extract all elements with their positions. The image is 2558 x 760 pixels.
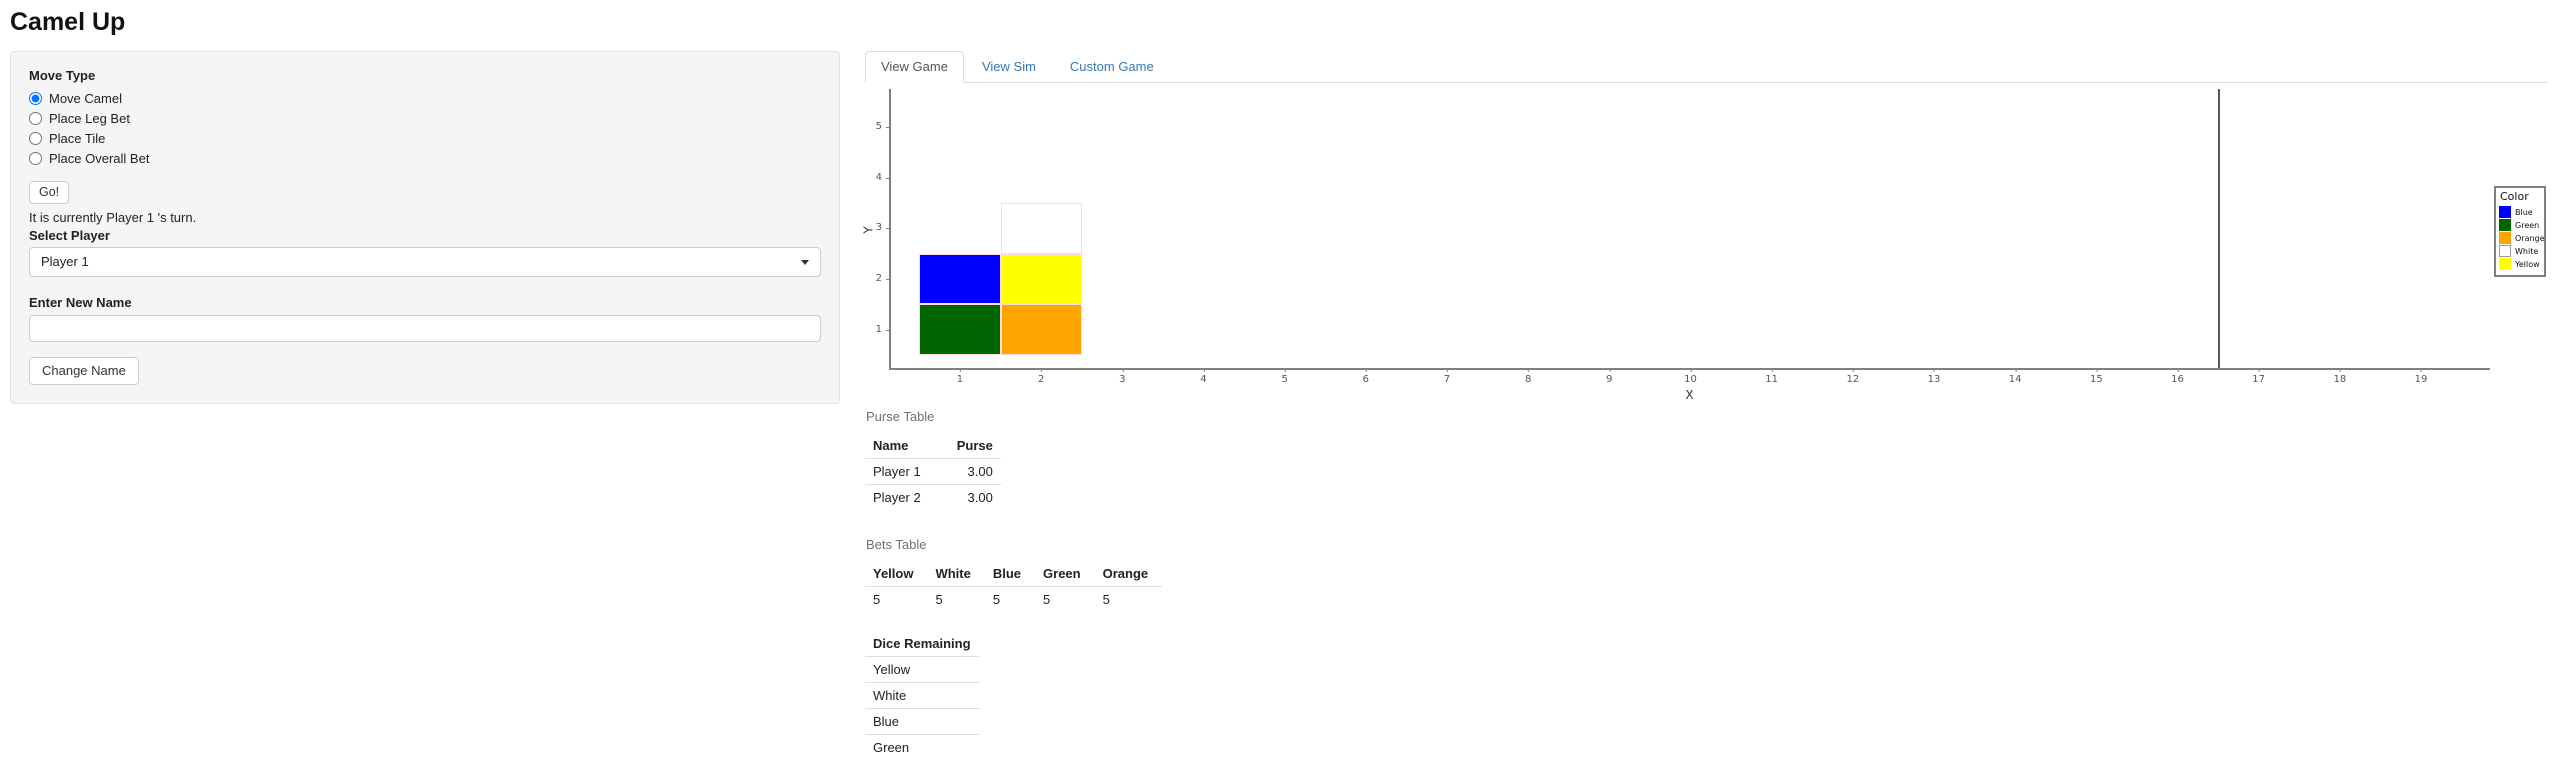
radio-place-tile[interactable] xyxy=(29,132,42,145)
x-tick: 15 xyxy=(2090,368,2103,385)
legend-swatch-white xyxy=(2499,245,2511,257)
radio-row-place-tile: Place Tile xyxy=(29,129,821,149)
x-tick: 12 xyxy=(1846,368,1859,385)
x-tick: 7 xyxy=(1444,368,1450,385)
y-tick: 2 xyxy=(876,274,882,284)
x-tick: 10 xyxy=(1684,368,1697,385)
x-tick: 3 xyxy=(1119,368,1125,385)
y-tick: 4 xyxy=(876,173,882,183)
radio-row-place-leg-bet: Place Leg Bet xyxy=(29,109,821,129)
finish-line-marker xyxy=(2218,89,2220,368)
x-tick: 2 xyxy=(1038,368,1044,385)
radio-row-move-camel: Move Camel xyxy=(29,89,821,109)
camel-tile-orange xyxy=(1001,304,1082,355)
camel-tile-blue xyxy=(919,254,1000,305)
radio-row-place-overall-bet: Place Overall Bet xyxy=(29,149,821,169)
table-row: Player 2 3.00 xyxy=(865,484,1001,510)
legend-entry-orange: Orange xyxy=(2499,232,2541,245)
x-tick: 8 xyxy=(1525,368,1531,385)
tab-custom-game-link[interactable]: Custom Game xyxy=(1054,51,1170,83)
table-header-row: Dice Remaining xyxy=(865,631,979,657)
legend-entry-yellow: Yellow xyxy=(2499,258,2541,271)
tables-section: Purse Table Name Purse Player 1 3.00 Pla… xyxy=(865,409,2548,760)
select-player-label: Select Player xyxy=(29,228,821,243)
camel-tile-yellow xyxy=(1001,254,1082,305)
bets-table: Yellow White Blue Green Orange 5 5 5 5 5 xyxy=(865,561,1162,612)
x-tick: 4 xyxy=(1200,368,1206,385)
radio-place-leg-bet-label[interactable]: Place Leg Bet xyxy=(49,111,130,126)
y-tick: 1 xyxy=(876,325,882,335)
x-tick: 19 xyxy=(2415,368,2428,385)
radio-place-leg-bet[interactable] xyxy=(29,112,42,125)
y-tick: 3 xyxy=(876,223,882,233)
table-row: Blue xyxy=(865,708,979,734)
y-axis-label: Y xyxy=(862,226,876,233)
radio-place-overall-bet[interactable] xyxy=(29,152,42,165)
table-row: 5 5 5 5 5 xyxy=(865,586,1162,612)
y-tick: 5 xyxy=(876,122,882,132)
radio-move-camel-label[interactable]: Move Camel xyxy=(49,91,122,106)
x-tick: 5 xyxy=(1281,368,1287,385)
player-select[interactable]: Player 1 xyxy=(29,247,821,277)
turn-status-text: It is currently Player 1 's turn. xyxy=(29,210,821,225)
x-tick: 6 xyxy=(1363,368,1369,385)
sidebar: Move Type Move Camel Place Leg Bet Place… xyxy=(10,51,840,404)
legend-swatch-yellow xyxy=(2499,258,2511,270)
color-legend: Color Blue Green Orange xyxy=(2494,186,2546,277)
player-select-wrap: Player 1 xyxy=(29,247,821,277)
tab-view-game-link[interactable]: View Game xyxy=(865,51,964,83)
camel-tile-white xyxy=(1001,203,1082,254)
table-header-row: Name Purse xyxy=(865,433,1001,459)
purse-table: Name Purse Player 1 3.00 Player 2 3.00 xyxy=(865,433,1001,510)
legend-swatch-green xyxy=(2499,219,2511,231)
dice-remaining-table: Dice Remaining Yellow White Blue Green O… xyxy=(865,631,979,760)
tab-view-sim-link[interactable]: View Sim xyxy=(966,51,1052,83)
x-tick: 1 xyxy=(957,368,963,385)
table-row: White xyxy=(865,682,979,708)
table-header-row: Yellow White Blue Green Orange xyxy=(865,561,1162,587)
bets-table-caption: Bets Table xyxy=(866,537,2548,552)
x-tick: 17 xyxy=(2252,368,2265,385)
camel-tile-green xyxy=(919,304,1000,355)
move-type-label: Move Type xyxy=(29,68,821,83)
table-row: Player 1 3.00 xyxy=(865,458,1001,484)
change-name-button[interactable]: Change Name xyxy=(29,357,139,385)
legend-entry-white: White xyxy=(2499,245,2541,258)
tab-view-sim[interactable]: View Sim xyxy=(966,51,1052,83)
plot-area: 1 2 3 4 5 1 2 3 4 5 6 7 8 9 10 11 xyxy=(889,89,2490,370)
radio-move-camel[interactable] xyxy=(29,92,42,105)
sidebar-panel: Move Type Move Camel Place Leg Bet Place… xyxy=(10,51,840,404)
x-tick: 18 xyxy=(2333,368,2346,385)
x-tick: 9 xyxy=(1606,368,1612,385)
legend-swatch-orange xyxy=(2499,232,2511,244)
purse-table-caption: Purse Table xyxy=(866,409,2548,424)
legend-entry-green: Green xyxy=(2499,219,2541,232)
legend-title: Color xyxy=(2500,190,2541,203)
table-row: Green xyxy=(865,734,979,760)
x-tick: 16 xyxy=(2171,368,2184,385)
x-tick: 14 xyxy=(2009,368,2022,385)
x-axis-label: X xyxy=(889,388,2490,402)
tab-custom-game[interactable]: Custom Game xyxy=(1054,51,1170,83)
camel-up-app: Camel Up Move Type Move Camel Place Leg … xyxy=(0,0,2558,760)
legend-entry-blue: Blue xyxy=(2499,206,2541,219)
new-name-input[interactable] xyxy=(29,315,821,342)
main-content: View Game View Sim Custom Game 1 2 xyxy=(865,51,2548,760)
x-tick: 11 xyxy=(1765,368,1778,385)
x-tick: 13 xyxy=(1928,368,1941,385)
radio-place-overall-bet-label[interactable]: Place Overall Bet xyxy=(49,151,149,166)
legend-swatch-blue xyxy=(2499,206,2511,218)
game-board-plot: 1 2 3 4 5 1 2 3 4 5 6 7 8 9 10 11 xyxy=(865,83,2548,405)
go-button[interactable]: Go! xyxy=(29,181,69,204)
tab-bar: View Game View Sim Custom Game xyxy=(865,51,2548,83)
tab-view-game[interactable]: View Game xyxy=(865,51,964,83)
radio-place-tile-label[interactable]: Place Tile xyxy=(49,131,105,146)
page-title: Camel Up xyxy=(10,8,2548,37)
enter-new-name-label: Enter New Name xyxy=(29,295,821,310)
table-row: Yellow xyxy=(865,656,979,682)
